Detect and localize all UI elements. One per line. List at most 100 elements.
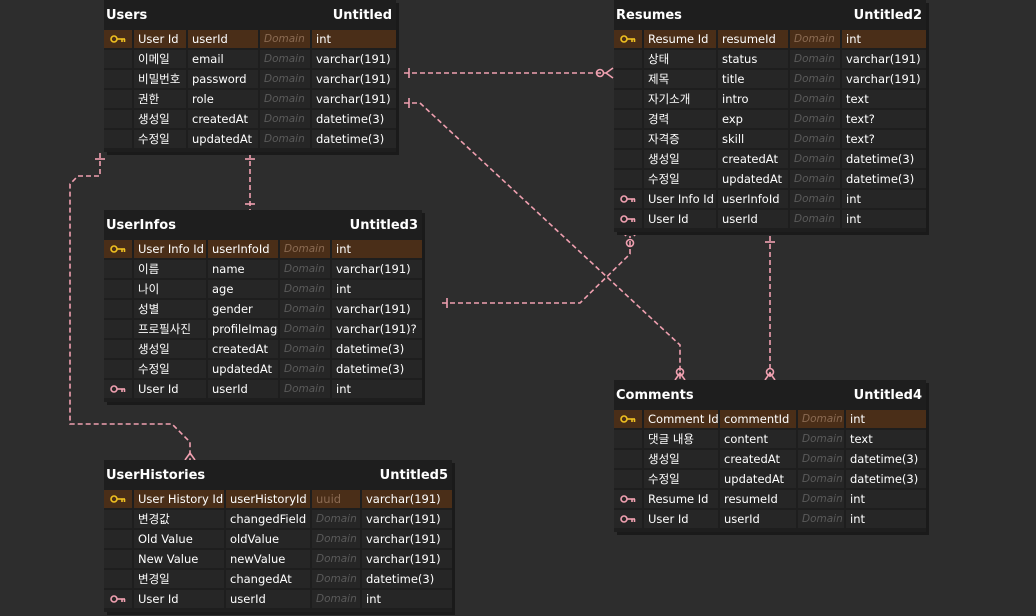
table-users[interactable]: Users Untitled User Id userId Domain int 이메일 em… [104,0,396,152]
table-header[interactable]: Users Untitled [104,0,396,30]
column-row[interactable]: User Id userId Domain int [104,30,396,48]
column-row[interactable]: 프로필사진 profileImage Domain varchar(191)? [104,320,422,338]
column-data-type: int [332,240,422,258]
column-domain: Domain [280,380,330,398]
key-cell [104,110,132,128]
column-data-type: int [842,30,926,48]
column-domain: Domain [798,470,844,488]
table-alias: Untitled [332,7,392,23]
table-resumes[interactable]: Resumes Untitled2 Resume Id resumeId Domain i… [614,0,926,232]
column-row[interactable]: 비밀번호 password Domain varchar(191) [104,70,396,88]
column-physical-name: userId [718,210,788,228]
table-alias: Untitled3 [349,217,418,233]
column-logical-name: 생성일 [644,150,716,168]
table-header[interactable]: Resumes Untitled2 [614,0,926,30]
column-physical-name: userInfoId [718,190,788,208]
column-row[interactable]: 자기소개 intro Domain text [614,90,926,108]
column-row[interactable]: 변경일 changedAt Domain datetime(3) [104,570,452,588]
column-domain: Domain [312,570,360,588]
optional-marker [675,367,685,377]
column-domain: Domain [280,320,330,338]
column-domain: Domain [312,510,360,528]
column-row[interactable]: User Id userId Domain int [614,510,926,528]
column-data-type: int [332,380,422,398]
many-marker [604,67,614,79]
column-domain: Domain [260,30,310,48]
column-logical-name: 상태 [644,50,716,68]
column-row[interactable]: 생성일 createdAt Domain datetime(3) [614,150,926,168]
key-cell [104,340,132,358]
column-logical-name: 변경값 [134,510,224,528]
column-row[interactable]: 생성일 createdAt Domain datetime(3) [614,450,926,468]
table-name: Comments [616,387,694,403]
column-row[interactable]: 수정일 updatedAt Domain datetime(3) [104,360,422,378]
optional-marker [765,367,775,377]
column-row[interactable]: 자격증 skill Domain text? [614,130,926,148]
column-row[interactable]: 경력 exp Domain text? [614,110,926,128]
column-row[interactable]: 나이 age Domain int [104,280,422,298]
key-cell [104,70,132,88]
table-header[interactable]: UserInfos Untitled3 [104,210,422,240]
column-physical-name: oldValue [226,530,310,548]
column-logical-name: 이메일 [134,50,186,68]
column-physical-name: age [208,280,278,298]
column-row[interactable]: User History Id userHistoryId uuid varchar(… [104,490,452,508]
column-domain: Domain [790,150,840,168]
column-row[interactable]: 변경값 changedField Domain varchar(191) [104,510,452,528]
column-row[interactable]: Resume Id resumeId Domain int [614,30,926,48]
column-row[interactable]: 댓글 내용 content Domain text [614,430,926,448]
column-physical-name: skill [718,130,788,148]
table-header[interactable]: Comments Untitled4 [614,380,926,410]
column-domain: Domain [790,210,840,228]
column-row[interactable]: User Info Id userInfoId Domain int [104,240,422,258]
column-logical-name: New Value [134,550,224,568]
column-row[interactable]: 성별 gender Domain varchar(191) [104,300,422,318]
column-logical-name: Old Value [134,530,224,548]
column-data-type: int [846,490,926,508]
column-row[interactable]: 이름 name Domain varchar(191) [104,260,422,278]
column-row[interactable]: 수정일 updatedAt Domain datetime(3) [104,130,396,148]
column-data-type: varchar(191) [842,70,926,88]
column-row[interactable]: Comment Id commentId Domain int [614,410,926,428]
column-data-type: varchar(191) [362,530,452,548]
column-row[interactable]: 권한 role Domain varchar(191) [104,90,396,108]
column-domain: Domain [798,510,844,528]
column-row[interactable]: User Id userId Domain int [614,210,926,228]
column-row[interactable]: 이메일 email Domain varchar(191) [104,50,396,68]
column-row[interactable]: 상태 status Domain varchar(191) [614,50,926,68]
column-logical-name: 비밀번호 [134,70,186,88]
column-row[interactable]: 제목 title Domain varchar(191) [614,70,926,88]
column-row[interactable]: 수정일 updatedAt Domain datetime(3) [614,170,926,188]
table-header[interactable]: UserHistories Untitled5 [104,460,452,490]
column-row[interactable]: 생성일 createdAt Domain datetime(3) [104,110,396,128]
column-row[interactable]: User Id userId Domain int [104,380,422,398]
foreign-key-icon [104,380,132,398]
column-row[interactable]: New Value newValue Domain varchar(191) [104,550,452,568]
column-physical-name: email [188,50,258,68]
column-logical-name: 생성일 [134,340,206,358]
column-physical-name: userId [720,510,796,528]
column-physical-name: title [718,70,788,88]
column-domain: Domain [280,260,330,278]
table-comments[interactable]: Comments Untitled4 Comment Id commentId Doma… [614,380,926,532]
table-userinfos[interactable]: UserInfos Untitled3 User Info Id userInfoId… [104,210,422,402]
column-domain: Domain [790,70,840,88]
column-logical-name: 권한 [134,90,186,108]
column-row[interactable]: 생성일 createdAt Domain datetime(3) [104,340,422,358]
table-userhistories[interactable]: UserHistories Untitled5 User History Id use… [104,460,452,612]
column-domain: Domain [280,300,330,318]
key-cell [104,510,132,528]
column-data-type: datetime(3) [846,450,926,468]
key-cell [614,110,642,128]
column-row[interactable]: Resume Id resumeId Domain int [614,490,926,508]
many-marker [674,371,686,381]
column-row[interactable]: 수정일 updatedAt Domain datetime(3) [614,470,926,488]
column-data-type: int [846,410,926,428]
column-row[interactable]: User Id userId Domain int [104,590,452,608]
column-row[interactable]: Old Value oldValue Domain varchar(191) [104,530,452,548]
column-data-type: datetime(3) [842,150,926,168]
column-domain: uuid [312,490,360,508]
column-row[interactable]: User Info Id userInfoId Domain int [614,190,926,208]
column-logical-name: User Id [644,210,716,228]
key-cell [104,260,132,278]
